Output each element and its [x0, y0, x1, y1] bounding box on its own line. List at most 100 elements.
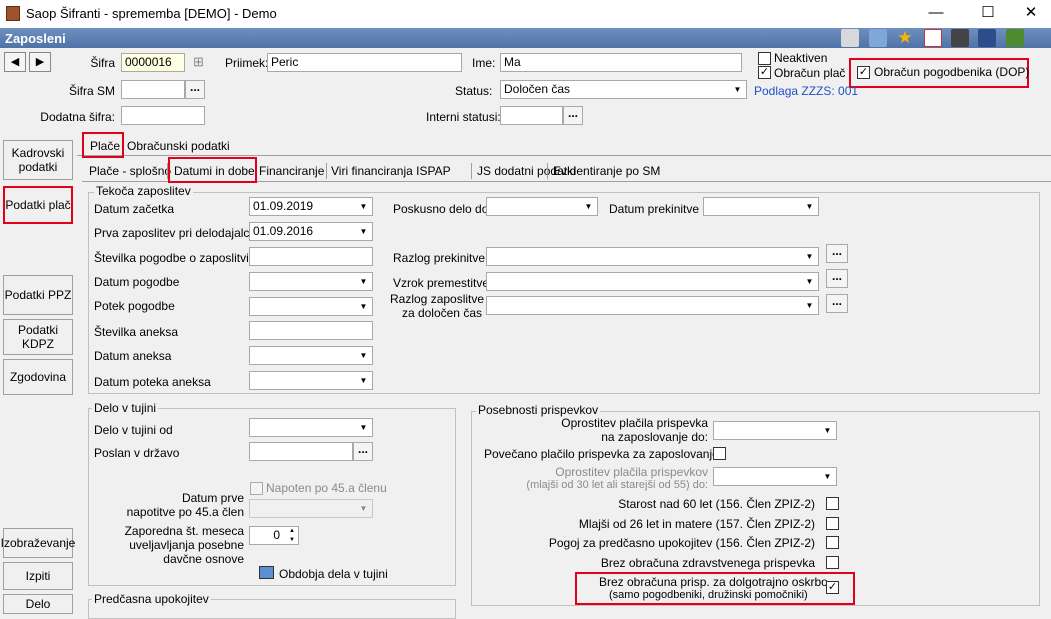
prva-zaposlitev-select[interactable]: 01.09.2016 ▼	[249, 222, 373, 241]
vzrok-premestitve-lookup-button[interactable]: ...	[826, 269, 848, 288]
tab-datumi-in-dobe[interactable]: Datumi in dobe	[171, 161, 258, 181]
delo-v-tujini-od-select[interactable]: ▼	[249, 418, 373, 437]
dodatna-sifra-input[interactable]	[121, 106, 205, 125]
chevron-down-icon: ▼	[355, 419, 372, 436]
export-icon[interactable]	[924, 29, 942, 47]
priimek-label: Priimek:	[225, 56, 269, 70]
datum-poteka-aneksa-select[interactable]: ▼	[249, 371, 373, 390]
minimize-button[interactable]: —	[913, 0, 959, 28]
maximize-button[interactable]: ☐	[965, 0, 1011, 28]
starost-nad-60-checkbox[interactable]	[826, 497, 839, 510]
datum-aneksa-select[interactable]: ▼	[249, 346, 373, 365]
razlog-prekinitve-lookup-button[interactable]: ...	[826, 244, 848, 263]
stevilka-pogodbe-label: Številka pogodbe o zaposlitvi	[94, 251, 249, 265]
obracun-plac-checkbox[interactable]: ✓	[758, 66, 771, 79]
interni-statusi-label: Interni statusi:	[426, 110, 501, 124]
stevilka-pogodbe-input[interactable]	[249, 247, 373, 266]
poslan-v-drzavo-label: Poslan v državo	[94, 446, 180, 460]
datum-aneksa-label: Datum aneksa	[94, 349, 172, 363]
section-title: Zaposleni	[5, 31, 66, 46]
razlog-zaposlitve-label-1: Razlog zaposlitve	[390, 292, 485, 306]
sidebar-item-podatki-ppz[interactable]: Podatki PPZ	[3, 275, 73, 315]
sidebar-item-izpiti[interactable]: Izpiti	[3, 562, 73, 590]
mlajsi-od-26-checkbox[interactable]	[826, 517, 839, 530]
app-icon	[6, 6, 20, 21]
sidebar-item-podatki-plac[interactable]: Podatki plač	[3, 186, 73, 224]
datum-prve-label-1: Datum prve	[181, 491, 244, 505]
datum-zacetka-value: 01.09.2019	[253, 199, 314, 213]
obdobja-dela-link[interactable]: Obdobja dela v tujini	[279, 567, 388, 581]
exit-icon[interactable]	[1006, 29, 1024, 47]
povecano-placilo-label: Povečano plačilo prispevka za zaposlovan…	[484, 447, 719, 461]
datum-pogodbe-select[interactable]: ▼	[249, 272, 373, 291]
prev-record-button[interactable]: ◀	[4, 52, 26, 72]
brez-dolgotrajne-checkbox[interactable]: ✓	[826, 581, 839, 594]
sidebar-item-zgodovina[interactable]: Zgodovina	[3, 359, 73, 395]
sidebar-item-kadrovski-podatki[interactable]: Kadrovski podatki	[3, 140, 73, 180]
neaktiven-checkbox[interactable]	[758, 52, 771, 65]
delo-v-tujini-title: Delo v tujini	[92, 401, 159, 415]
sifra-label: Šifra	[90, 56, 115, 70]
stevilka-aneksa-input[interactable]	[249, 321, 373, 340]
next-record-button[interactable]: ▶	[29, 52, 51, 72]
razlog-prekinitve-select[interactable]: ▼	[486, 247, 819, 266]
neaktiven-label: Neaktiven	[774, 51, 828, 65]
poskusno-delo-select[interactable]: ▼	[486, 197, 598, 216]
napoten-checkbox[interactable]	[250, 482, 263, 495]
oprostitev-mladi-label-2: (mlajši od 30 let ali starejši od 55) do…	[526, 479, 708, 491]
datum-zacetka-label: Datum začetka	[94, 202, 175, 216]
tab-financiranje[interactable]: Financiranje	[256, 161, 327, 181]
interni-statusi-lookup-button[interactable]: ...	[563, 106, 583, 125]
poslan-v-drzavo-lookup-button[interactable]: ...	[353, 442, 373, 461]
stevilka-aneksa-label: Številka aneksa	[94, 325, 179, 339]
expand-icon[interactable]: ⊞	[193, 54, 207, 70]
ime-input[interactable]: Ma	[500, 53, 742, 72]
razlog-zaposlitve-select[interactable]: ▼	[486, 296, 819, 315]
list-icon[interactable]	[869, 29, 887, 47]
chevron-down-icon: ▼	[729, 81, 746, 98]
oprostitev-mladi-select[interactable]: ▼	[713, 467, 837, 486]
tab-place-splosno[interactable]: Plače - splošno	[86, 161, 174, 181]
obracun-pogodbenika-checkbox[interactable]: ✓	[857, 66, 870, 79]
chevron-down-icon: ▼	[801, 248, 818, 265]
datum-prve-napotitve-select[interactable]: ▼	[249, 499, 373, 518]
razlog-zaposlitve-lookup-button[interactable]: ...	[826, 294, 848, 313]
status-select[interactable]: Določen čas ▼	[500, 80, 747, 99]
tab-place[interactable]: Plače	[90, 139, 120, 153]
spin-up-icon[interactable]: ▲	[286, 527, 298, 535]
brez-zdravstvenega-checkbox[interactable]	[826, 556, 839, 569]
datum-prekinitve-select[interactable]: ▼	[703, 197, 819, 216]
sifra-sm-input[interactable]	[121, 80, 185, 99]
tab-obracunski-podatki[interactable]: Obračunski podatki	[127, 139, 230, 153]
brez-dolgotrajne-label-1: Brez obračuna prisp. za dolgotrajno oskr…	[599, 575, 828, 589]
close-button[interactable]: ✕	[1008, 0, 1051, 28]
copy-icon[interactable]	[978, 29, 996, 47]
tab-evidentiranje-po-sm[interactable]: Evidentiranje po SM	[550, 161, 663, 181]
star-icon[interactable]: ★	[896, 29, 914, 47]
vzrok-premestitve-select[interactable]: ▼	[486, 272, 819, 291]
sidebar-item-izobrazevanje[interactable]: Izobraževanje	[1, 528, 75, 558]
potek-pogodbe-select[interactable]: ▼	[249, 297, 373, 316]
calendar-icon[interactable]	[259, 566, 274, 579]
sifra-input[interactable]: 0000016	[121, 53, 185, 72]
edit-icon[interactable]	[841, 29, 859, 47]
prva-zaposlitev-value: 01.09.2016	[253, 224, 314, 238]
interni-statusi-input[interactable]	[500, 106, 563, 125]
window-title: Saop Šifranti - sprememba [DEMO] - Demo	[26, 6, 277, 21]
podlaga-zzzs-link[interactable]: Podlaga ZZZS: 001	[754, 84, 858, 98]
priimek-input[interactable]: Peric	[267, 53, 462, 72]
tab-separator	[326, 163, 327, 179]
poskusno-delo-label: Poskusno delo do	[393, 202, 489, 216]
pogoj-upokojitev-checkbox[interactable]	[826, 536, 839, 549]
poslan-v-drzavo-input[interactable]	[249, 442, 353, 461]
spin-down-icon[interactable]: ▼	[286, 536, 298, 544]
sidebar-item-podatki-kdpz[interactable]: Podatki KDPZ	[3, 319, 73, 355]
oprostitev-select[interactable]: ▼	[713, 421, 837, 440]
sifra-sm-lookup-button[interactable]: ...	[185, 80, 205, 99]
chevron-down-icon: ▼	[819, 422, 836, 439]
datum-zacetka-select[interactable]: 01.09.2019 ▼	[249, 197, 373, 216]
povecano-placilo-checkbox[interactable]	[713, 447, 726, 460]
print-icon[interactable]	[951, 29, 969, 47]
sidebar-item-delo[interactable]: Delo	[3, 594, 73, 614]
tab-viri-financiranja[interactable]: Viri financiranja ISPAP	[328, 161, 454, 181]
